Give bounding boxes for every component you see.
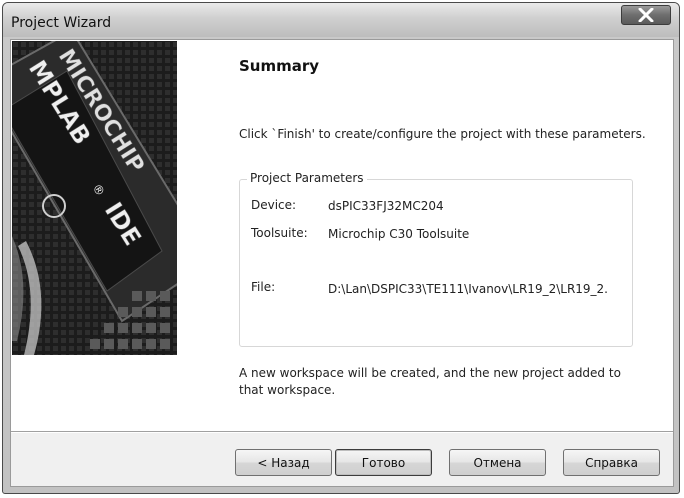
cancel-button[interactable]: Отмена: [449, 449, 546, 476]
help-button[interactable]: Справка: [563, 449, 660, 476]
instruction-text: Click `Finish' to create/configure the p…: [239, 127, 646, 141]
toolsuite-label: Toolsuite:: [251, 226, 308, 240]
workspace-note: A new workspace will be created, and the…: [239, 366, 621, 397]
chip-graphic: MICROCHIP MPLAB IDE ®: [12, 41, 177, 355]
file-label: File:: [251, 280, 276, 294]
mplab-ide-banner: MICROCHIP MPLAB IDE ®: [12, 41, 177, 355]
page-heading: Summary: [239, 57, 320, 75]
title-bar[interactable]: Project Wizard: [3, 3, 679, 37]
close-icon: [638, 8, 654, 22]
device-label: Device:: [251, 198, 297, 212]
window-title: Project Wizard: [11, 15, 112, 31]
file-value: D:\Lan\DSPIC33\TE111\Ivanov\LR19_2\LR19_…: [328, 282, 608, 296]
button-separator: [11, 431, 673, 433]
back-button[interactable]: < Назад: [235, 449, 332, 476]
wizard-page: MICROCHIP MPLAB IDE ® Summary Click `Fin…: [11, 40, 673, 431]
project-wizard-window: Project Wizard MICROCHIP MPLAB IDE ® Sum…: [2, 2, 680, 494]
group-title: Project Parameters: [247, 171, 367, 185]
wizard-client-area: MICROCHIP MPLAB IDE ® Summary Click `Fin…: [10, 39, 674, 487]
close-button[interactable]: [621, 5, 671, 25]
toolsuite-value: Microchip C30 Toolsuite: [328, 227, 470, 241]
device-value: dsPIC33FJ32MC204: [328, 199, 444, 213]
finish-button[interactable]: Готово: [335, 449, 432, 476]
